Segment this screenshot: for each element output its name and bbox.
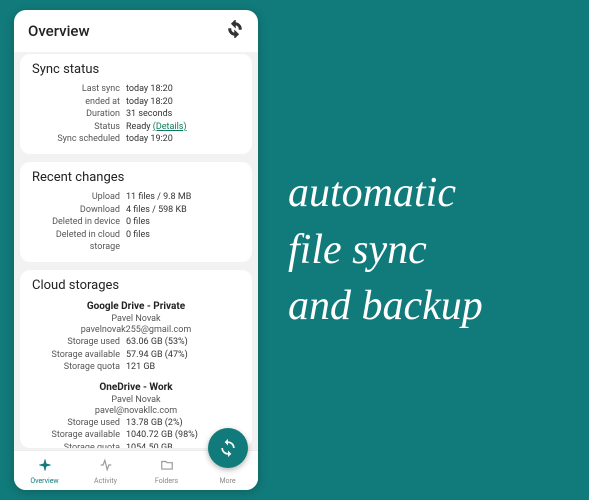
row-label: Storage quota (32, 361, 126, 374)
row-label: Storage used (32, 336, 126, 349)
info-row: Duration31 seconds (32, 108, 240, 121)
row-label: Sync scheduled (32, 133, 126, 146)
content-scroll[interactable]: Sync status Last synctoday 18:20ended at… (14, 52, 258, 450)
info-row: Last synctoday 18:20 (32, 83, 240, 96)
row-label: Last sync (32, 83, 126, 96)
row-value: today 18:20 (126, 96, 173, 109)
card-title: Sync status (32, 62, 240, 77)
scheduled-row: Sync scheduled today 19:20 (32, 133, 240, 146)
status-value: Ready (126, 122, 151, 132)
row-value: today 19:20 (126, 133, 173, 146)
page-title: Overview (28, 22, 90, 40)
card-title: Recent changes (32, 170, 240, 185)
card-title: Cloud storages (32, 278, 240, 293)
storage-account-name: Google Drive - Private (32, 301, 240, 312)
row-label: Duration (32, 108, 126, 121)
sync-fab[interactable] (208, 428, 248, 468)
nav-label: Overview (30, 477, 58, 485)
recent-changes-card[interactable]: Recent changes Upload11 files / 9.8 MBDo… (20, 162, 252, 262)
info-row: Storage used13.78 GB (2%) (32, 417, 240, 430)
row-label: ended at (32, 96, 126, 109)
promo-line: automatic (288, 165, 589, 222)
row-value: 4 files / 598 KB (126, 204, 187, 217)
row-label: Storage available (32, 429, 126, 442)
nav-item-activity[interactable]: Activity (75, 451, 136, 490)
nav-item-overview[interactable]: Overview (14, 451, 75, 490)
storage-user: Pavel Novak (32, 314, 240, 324)
row-label: Status (32, 121, 126, 134)
row-value: 11 files / 9.8 MB (126, 191, 191, 204)
nav-label: Activity (94, 477, 117, 485)
promo-line: file sync (288, 222, 589, 279)
cloud-storages-card[interactable]: Cloud storages Google Drive - Private Pav… (20, 270, 252, 448)
titlebar: Overview (14, 10, 258, 52)
row-label: Deleted in device (32, 216, 126, 229)
status-row: Status Ready (Details) (32, 121, 240, 134)
folder-icon (160, 457, 174, 476)
info-row: Storage used63.06 GB (53%) (32, 336, 240, 349)
row-value: 121 GB (126, 361, 155, 374)
row-value: 0 files (126, 216, 150, 229)
row-label: Download (32, 204, 126, 217)
info-row: Upload11 files / 9.8 MB (32, 191, 240, 204)
row-label: Deleted in cloud storage (32, 229, 126, 254)
nav-item-folders[interactable]: Folders (136, 451, 197, 490)
storage-user: Pavel Novak (32, 395, 240, 405)
row-value: 31 seconds (126, 108, 172, 121)
storage-email: pavelnovak255@gmail.com (32, 325, 240, 335)
sparkle-icon (38, 457, 52, 476)
sync-status-card[interactable]: Sync status Last synctoday 18:20ended at… (20, 54, 252, 154)
row-label: Storage quota (32, 442, 126, 448)
nav-label: Folders (155, 477, 178, 485)
storage-account-name: OneDrive - Work (32, 382, 240, 393)
info-row: Storage quota121 GB (32, 361, 240, 374)
row-value: today 18:20 (126, 83, 173, 96)
info-row: Storage available57.94 GB (47%) (32, 349, 240, 362)
row-value: 63.06 GB (53%) (126, 336, 188, 349)
row-value: 1040.72 GB (98%) (126, 429, 198, 442)
storage-email: pavel@novakllc.com (32, 406, 240, 416)
info-row: Deleted in device0 files (32, 216, 240, 229)
row-label: Upload (32, 191, 126, 204)
promo-text: automatic file sync and backup (258, 0, 589, 500)
nav-label: More (219, 477, 235, 485)
row-value: 57.94 GB (47%) (126, 349, 188, 362)
info-row: Deleted in cloud storage0 files (32, 229, 240, 254)
details-link[interactable]: (Details) (153, 122, 187, 132)
sync-icon[interactable] (226, 20, 244, 42)
activity-icon (99, 457, 113, 476)
row-label: Storage available (32, 349, 126, 362)
row-value: 0 files (126, 229, 150, 254)
phone-mockup: Overview Sync status Last synctoday 18:2… (14, 10, 258, 490)
promo-line: and backup (288, 278, 589, 335)
row-label: Storage used (32, 417, 126, 430)
row-value: 1054.50 GB (126, 442, 173, 448)
info-row: ended attoday 18:20 (32, 96, 240, 109)
info-row: Download4 files / 598 KB (32, 204, 240, 217)
row-value: 13.78 GB (2%) (126, 417, 183, 430)
